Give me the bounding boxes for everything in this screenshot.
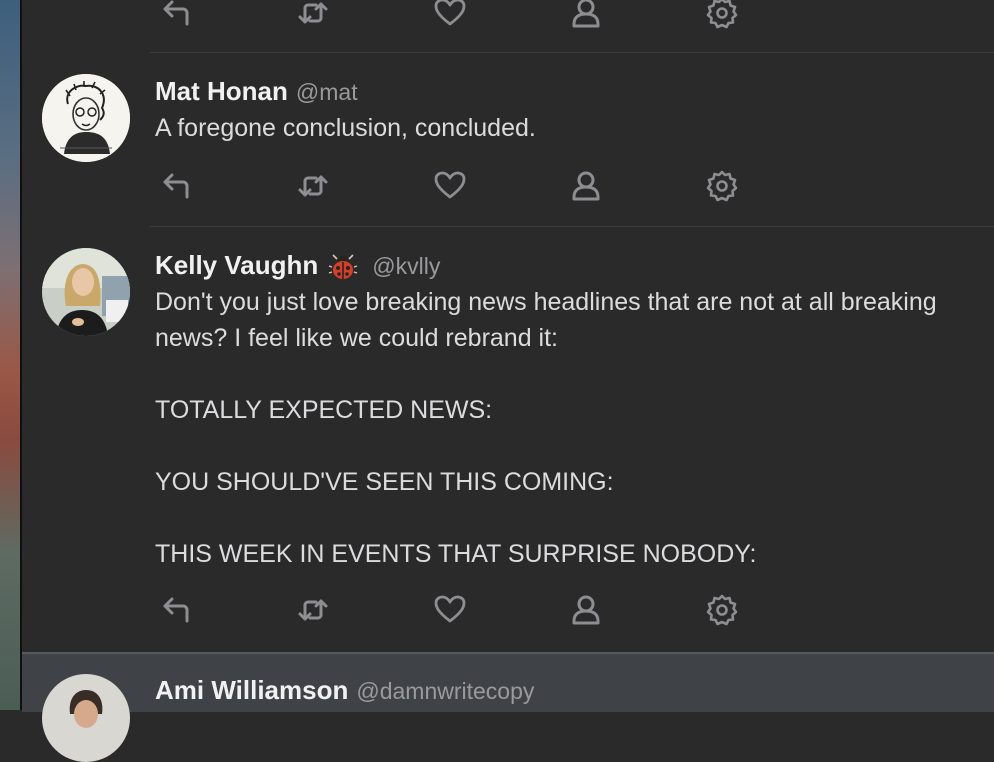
avatar[interactable] xyxy=(42,674,130,762)
profile-icon[interactable] xyxy=(566,169,606,203)
reply-icon[interactable] xyxy=(157,0,197,30)
tweet-actions-previous xyxy=(155,0,755,30)
reply-icon[interactable] xyxy=(157,593,197,627)
like-icon[interactable] xyxy=(430,593,470,627)
desktop-background-edge xyxy=(0,0,20,710)
tweet-item[interactable]: Mat Honan @mat A foregone conclusion, con… xyxy=(22,53,994,227)
settings-icon[interactable] xyxy=(702,0,742,30)
tweet-author-handle[interactable]: @damnwritecopy xyxy=(356,678,534,704)
retweet-icon[interactable] xyxy=(293,593,333,627)
settings-icon[interactable] xyxy=(702,593,742,627)
retweet-icon[interactable] xyxy=(293,169,333,203)
like-icon[interactable] xyxy=(430,0,470,30)
profile-icon[interactable] xyxy=(566,593,606,627)
avatar[interactable] xyxy=(42,248,130,336)
tweet-timeline[interactable]: Mat Honan @mat A foregone conclusion, con… xyxy=(22,0,994,762)
tweet-item-selected[interactable]: Ami Williamson @damnwritecopy xyxy=(22,652,994,762)
display-name[interactable]: Ami Williamson @damnwritecopy xyxy=(155,675,534,706)
tweet-actions xyxy=(155,169,755,203)
tweet-item[interactable]: Kelly Vaughn @kvlly Don't you just love … xyxy=(22,227,994,652)
tweet-author-handle[interactable]: @mat xyxy=(296,79,358,105)
display-name[interactable]: Mat Honan @mat xyxy=(155,76,358,107)
ladybug-icon xyxy=(329,254,358,280)
tweet-author-name[interactable]: Ami Williamson xyxy=(155,675,348,705)
tweet-author-name[interactable]: Mat Honan xyxy=(155,76,288,106)
like-icon[interactable] xyxy=(430,169,470,203)
tweet-text: Don't you just love breaking news headli… xyxy=(155,288,937,568)
tweet-text: A foregone conclusion, concluded. xyxy=(155,114,536,142)
reply-icon[interactable] xyxy=(157,169,197,203)
display-name[interactable]: Kelly Vaughn @kvlly xyxy=(155,250,440,281)
profile-icon[interactable] xyxy=(566,0,606,30)
avatar[interactable] xyxy=(42,74,130,162)
settings-icon[interactable] xyxy=(702,169,742,203)
tweet-author-handle[interactable]: @kvlly xyxy=(372,253,440,279)
retweet-icon[interactable] xyxy=(293,0,333,30)
tweet-actions xyxy=(155,593,755,627)
tweet-author-name[interactable]: Kelly Vaughn xyxy=(155,250,318,280)
